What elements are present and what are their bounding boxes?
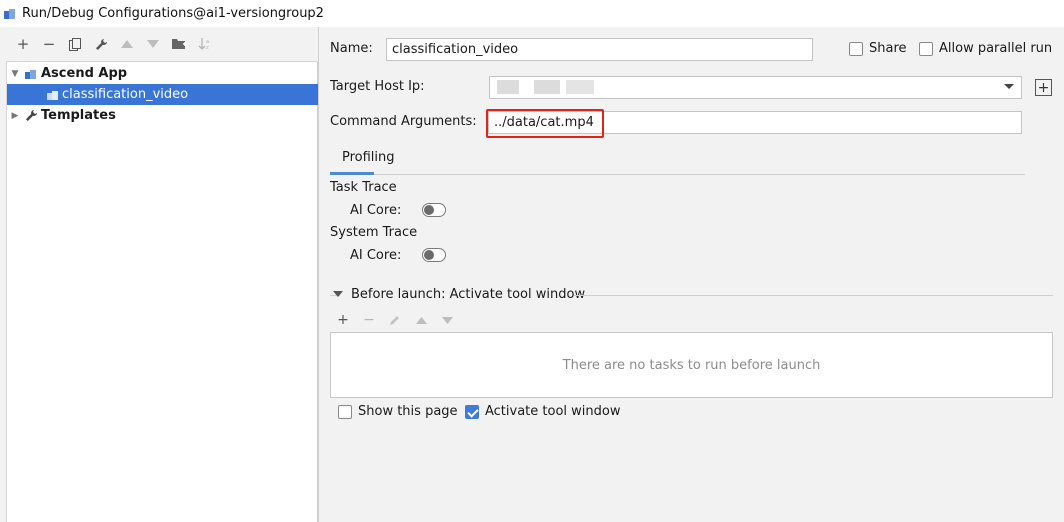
move-task-up-icon[interactable] xyxy=(409,311,433,329)
activate-tool-window-label[interactable]: Activate tool window xyxy=(485,404,620,419)
copy-icon[interactable] xyxy=(62,33,88,55)
move-up-icon[interactable] xyxy=(114,33,140,55)
name-field[interactable]: classification_video xyxy=(386,38,813,61)
configurations-toolbar: + − az xyxy=(0,27,318,61)
active-tab-indicator xyxy=(330,172,374,175)
configurations-pane: + − az ▼ Ascend App classification_video… xyxy=(0,27,318,522)
highlight-box xyxy=(486,109,604,138)
collapse-arrow-icon[interactable]: ▶ xyxy=(7,111,23,121)
show-this-page-checkbox[interactable] xyxy=(338,405,352,419)
tab-profiling[interactable]: Profiling xyxy=(342,150,395,165)
move-down-icon[interactable] xyxy=(140,33,166,55)
tree-item-label: Ascend App xyxy=(41,66,128,81)
redacted-ip-block xyxy=(534,80,560,94)
add-icon[interactable]: + xyxy=(10,33,36,55)
sort-icon[interactable]: az xyxy=(192,33,218,55)
folder-icon[interactable] xyxy=(166,33,192,55)
wrench-icon xyxy=(23,108,39,124)
command-arguments-label: Command Arguments: xyxy=(330,114,477,129)
target-host-label: Target Host Ip: xyxy=(330,79,425,94)
remove-task-icon[interactable]: − xyxy=(357,311,381,329)
svg-text:z: z xyxy=(206,45,209,51)
allow-parallel-run-checkbox[interactable] xyxy=(919,42,933,56)
tab-separator xyxy=(330,174,1025,175)
add-task-icon[interactable]: + xyxy=(331,311,355,329)
redacted-ip-block xyxy=(566,80,594,94)
task-trace-heading: Task Trace xyxy=(330,180,397,195)
tree-item-ascend-app[interactable]: ▼ Ascend App xyxy=(7,63,318,84)
redacted-ip-block xyxy=(497,80,519,94)
collapse-arrow-icon[interactable] xyxy=(333,291,343,297)
dropdown-arrow-icon[interactable] xyxy=(1004,84,1014,89)
configurations-tree: ▼ Ascend App classification_video ▶ Temp… xyxy=(6,61,318,522)
tree-item-templates[interactable]: ▶ Templates xyxy=(7,105,318,126)
system-trace-heading: System Trace xyxy=(330,225,418,240)
ascend-config-icon xyxy=(45,87,61,103)
window-titlebar: Run/Debug Configurations@ai1-versiongrou… xyxy=(0,0,1064,27)
task-ai-core-label: AI Core: xyxy=(350,203,402,218)
share-checkbox[interactable] xyxy=(849,42,863,56)
name-label: Name: xyxy=(330,41,373,56)
wrench-icon[interactable] xyxy=(88,33,114,55)
share-label[interactable]: Share xyxy=(869,41,907,56)
show-this-page-label[interactable]: Show this page xyxy=(358,404,458,419)
expand-arrow-icon[interactable]: ▼ xyxy=(7,69,23,79)
tree-item-label: classification_video xyxy=(62,87,189,102)
edit-task-icon[interactable] xyxy=(383,311,407,329)
system-ai-core-toggle[interactable] xyxy=(422,248,446,262)
pane-divider[interactable] xyxy=(318,27,319,522)
before-launch-header[interactable]: Before launch: Activate tool window xyxy=(351,287,585,302)
before-launch-task-list[interactable]: There are no tasks to run before launch xyxy=(330,332,1053,398)
remove-icon[interactable]: − xyxy=(36,33,62,55)
empty-tasks-message: There are no tasks to run before launch xyxy=(562,357,821,373)
tree-item-label: Templates xyxy=(41,108,116,123)
task-ai-core-toggle[interactable] xyxy=(422,203,446,217)
system-ai-core-label: AI Core: xyxy=(350,248,402,263)
allow-parallel-run-label[interactable]: Allow parallel run xyxy=(939,41,1052,56)
section-separator xyxy=(574,295,1053,296)
run-debug-icon xyxy=(3,7,17,21)
activate-tool-window-checkbox[interactable] xyxy=(465,405,479,419)
window-title: Run/Debug Configurations@ai1-versiongrou… xyxy=(22,6,324,21)
ascend-app-icon xyxy=(23,66,39,82)
tree-item-classification-video[interactable]: classification_video xyxy=(7,84,318,105)
move-task-down-icon[interactable] xyxy=(435,311,459,329)
add-host-button[interactable]: + xyxy=(1035,79,1052,96)
